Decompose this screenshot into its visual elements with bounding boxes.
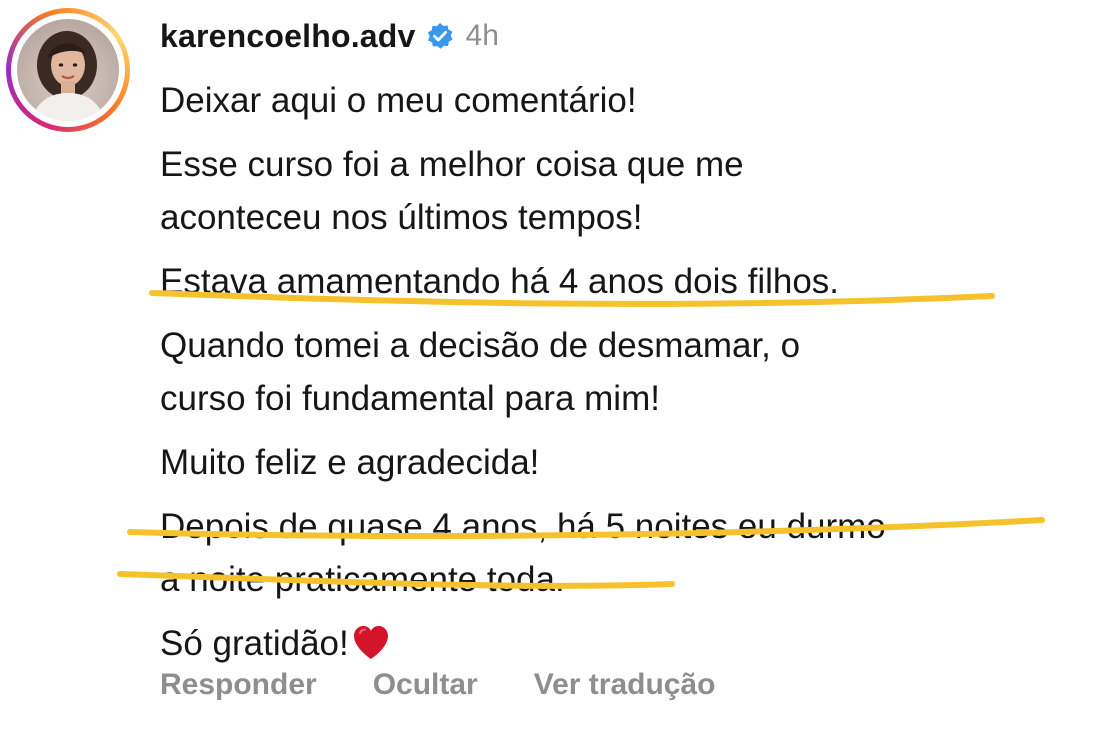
avatar[interactable] xyxy=(17,19,119,121)
comment-line-last: Só gratidão! xyxy=(160,617,1090,670)
comment-line: Deixar aqui o meu comentário! xyxy=(160,81,637,120)
comment-timestamp: 4h xyxy=(465,19,499,52)
comment-line: Muito feliz e agradecida! xyxy=(160,443,540,482)
avatar-border xyxy=(11,13,125,127)
username[interactable]: karencoelho.adv xyxy=(160,18,416,55)
avatar-story-ring[interactable] xyxy=(6,8,130,132)
comment-line: Esse curso foi a melhor coisa que me xyxy=(160,145,744,184)
reply-button[interactable]: Responder xyxy=(160,668,317,702)
translate-button[interactable]: Ver tradução xyxy=(534,668,716,702)
comment-line: a noite praticamente toda. xyxy=(160,560,565,599)
comment-text: Deixar aqui o meu comentário! Esse curso… xyxy=(160,74,1090,670)
comment-line: curso foi fundamental para mim! xyxy=(160,379,660,418)
comment-line: aconteceu nos últimos tempos! xyxy=(160,198,643,237)
comment-header: karencoelho.adv 4h xyxy=(160,14,499,58)
comment-line: Estava amamentando há 4 anos dois filhos… xyxy=(160,262,840,301)
comment-line: Quando tomei a decisão de desmamar, o xyxy=(160,326,801,365)
comment-line: Depois de quase 4 anos, há 5 noites eu d… xyxy=(160,507,886,546)
verified-badge-icon xyxy=(427,23,453,49)
comment-actions: Responder Ocultar Ver tradução xyxy=(160,668,715,702)
comment-line: Só gratidão! xyxy=(160,624,349,663)
heart-icon xyxy=(353,626,388,659)
avatar-portrait-icon xyxy=(31,31,105,121)
hide-button[interactable]: Ocultar xyxy=(373,668,478,702)
